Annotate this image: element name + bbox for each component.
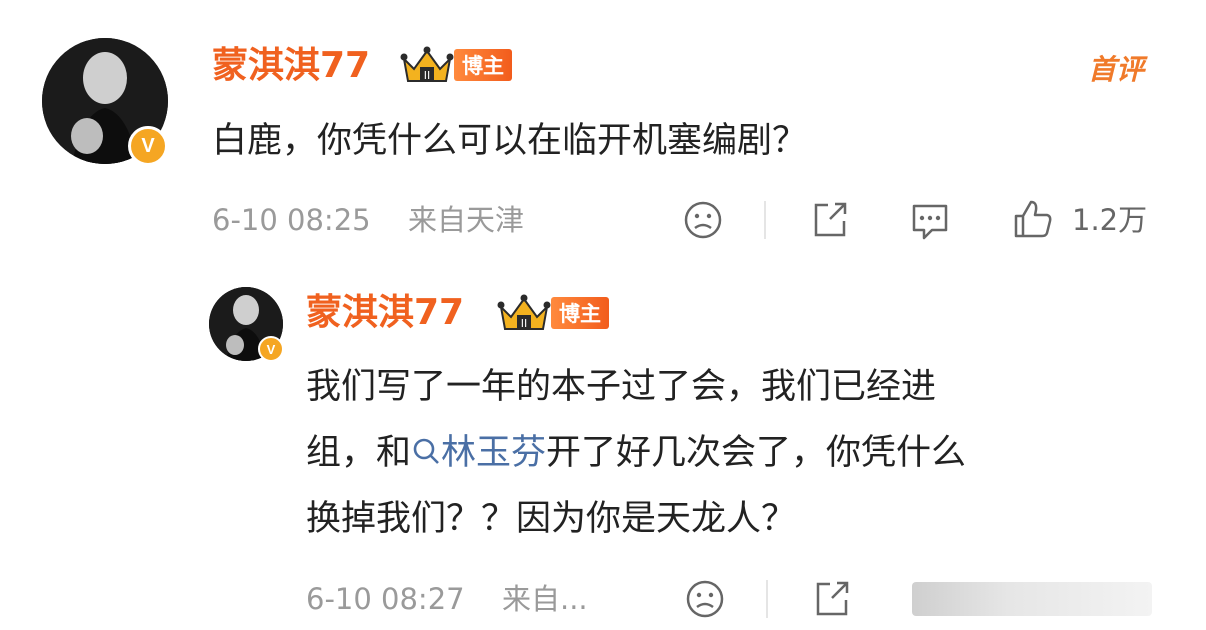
crown-icon: II [400,46,454,82]
verified-icon: V [258,336,284,362]
blogger-badge[interactable]: II 博主 [400,44,512,86]
search-icon [413,438,439,464]
faded-overlay [912,582,1152,616]
comment-text: 白鹿，你凭什么可以在临开机塞编剧？ [212,121,808,161]
comment-location: 来自天津 [408,203,525,237]
reply-text-prefix: 组，和 [306,433,412,473]
like-count: 1.2万 [1072,203,1148,237]
reply-text-line3: 换掉我们？？因为你是天龙人？ [306,499,797,539]
share-icon[interactable] [808,199,850,241]
reply-text-line1: 我们写了一年的本子过了会，我们已经进 [306,367,937,407]
like-icon[interactable] [1010,198,1054,240]
svg-text:II: II [424,69,431,82]
reply-text-line2: 组，和 林玉芬开了好几次会了，你凭什么 [306,428,966,478]
reply-username[interactable]: 蒙淇淇77 [306,289,464,337]
divider [764,201,766,239]
badge-label: 博主 [551,297,609,329]
reply-timestamp: 6-10 08:27 [306,582,465,616]
comment-icon[interactable] [908,200,952,242]
first-comment-badge: 首评 [1088,53,1145,86]
divider [766,580,768,618]
sad-face-icon[interactable] [682,199,724,241]
mention-link[interactable]: 林玉芬 [411,433,546,473]
comment-username[interactable]: 蒙淇淇77 [212,42,370,90]
blogger-badge[interactable]: II 博主 [497,292,609,334]
comment-timestamp: 6-10 08:25 [212,203,371,237]
sad-face-icon[interactable] [684,578,726,620]
svg-text:II: II [521,317,528,330]
reply-text-suffix: 开了好几次会了，你凭什么 [546,433,967,473]
reply-location: 来自... [502,582,588,616]
badge-label: 博主 [454,49,512,81]
mention-text: 林玉芬 [441,433,547,473]
crown-icon: II [497,294,551,330]
verified-icon: V [128,126,168,166]
share-icon[interactable] [810,578,852,620]
